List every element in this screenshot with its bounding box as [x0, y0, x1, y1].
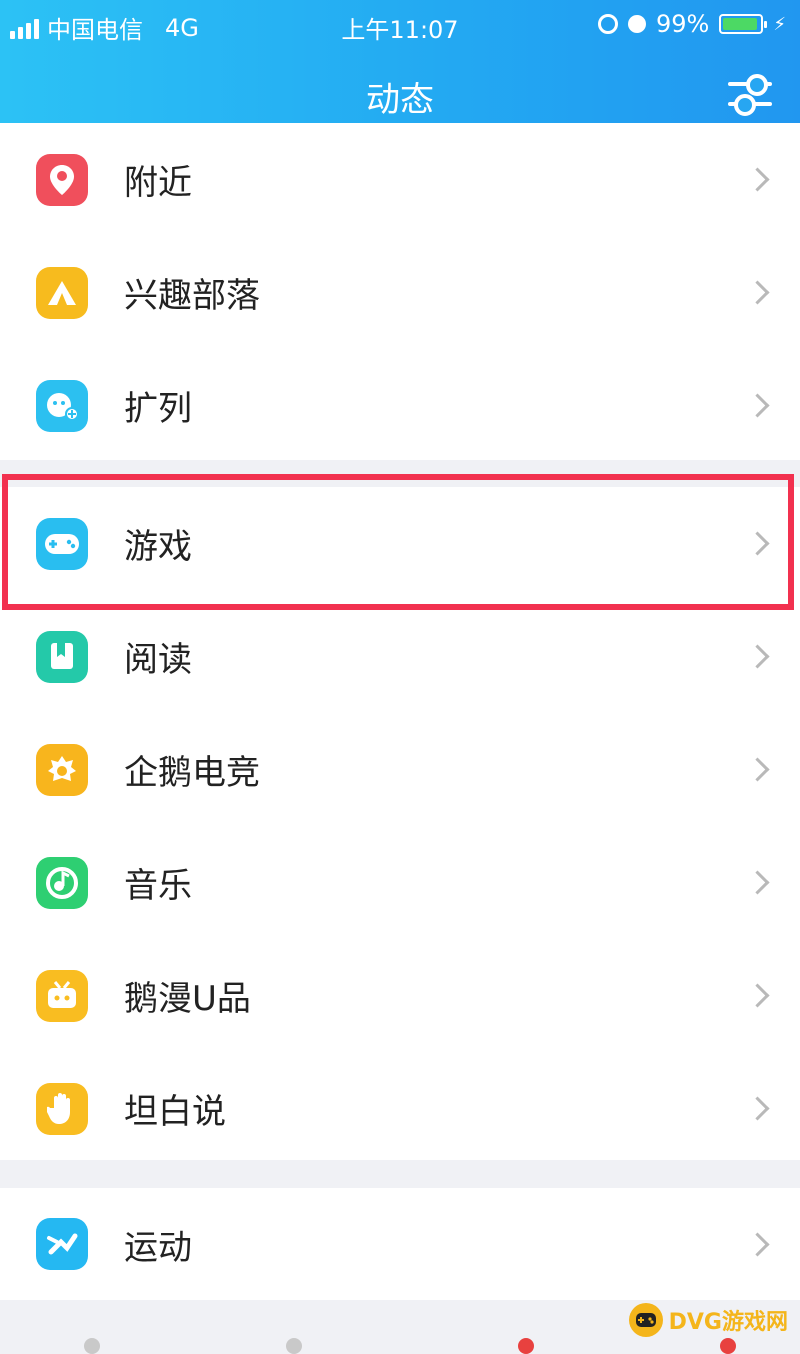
list-item-sports[interactable]: 运动: [0, 1188, 800, 1300]
list-item-label: 运动: [124, 1227, 192, 1268]
running-icon: [36, 1218, 88, 1270]
list-item-label: 附近: [124, 163, 192, 203]
list-item-make-friends[interactable]: 扩列: [0, 349, 800, 462]
watermark-text: DVG游戏网: [668, 1310, 788, 1335]
esports-icon: [36, 743, 88, 796]
list-item-label: 游戏: [124, 527, 192, 567]
chevron-right-icon: [745, 393, 770, 418]
list-item-reading[interactable]: 阅读: [0, 600, 800, 713]
chevron-right-icon: [745, 167, 770, 192]
list-item-label: 坦白说: [124, 1092, 226, 1132]
list-item-nearby[interactable]: 附近: [0, 123, 800, 236]
top-bar: 中国电信 4G 上午11:07 99% ⚡ 动态: [0, 0, 800, 140]
list-item-confession[interactable]: 坦白说: [0, 1052, 800, 1165]
chevron-right-icon: [745, 1096, 770, 1121]
friends-plus-icon: [36, 379, 88, 432]
chevron-right-icon: [745, 757, 770, 782]
list-item-penguin-esports[interactable]: 企鹅电竞: [0, 713, 800, 826]
list-item-interest-tribe[interactable]: 兴趣部落: [0, 236, 800, 349]
chevron-right-icon: [745, 531, 770, 556]
battery-percent: 99%: [656, 10, 710, 38]
battery-icon: [719, 14, 768, 34]
tv-icon: [36, 969, 88, 1022]
filter-settings-button[interactable]: [726, 72, 774, 116]
alarm-icon: [628, 15, 647, 33]
book-icon: [36, 630, 88, 683]
chevron-right-icon: [745, 983, 770, 1008]
music-icon: [36, 856, 88, 909]
chevron-right-icon: [745, 1231, 770, 1257]
page-title: 动态: [366, 80, 434, 120]
list-item-penguin-u-products[interactable]: 鹅漫U品: [0, 939, 800, 1052]
watermark: DVG游戏网: [628, 1301, 788, 1339]
gamepad-icon: [36, 517, 88, 570]
list-item-label: 音乐: [124, 866, 192, 906]
list-group-3: 运动: [0, 1188, 800, 1300]
charging-icon: ⚡: [773, 13, 786, 35]
gamepad-logo-icon: [628, 1303, 663, 1337]
list-group-2: 游戏 阅读 企鹅电竞 音乐 鹅漫U品 坦白说: [0, 487, 800, 1160]
hand-icon: [36, 1082, 88, 1135]
list-item-music[interactable]: 音乐: [0, 826, 800, 939]
location-pin-icon: [36, 153, 88, 206]
list-item-label: 扩列: [124, 389, 192, 429]
list-item-label: 阅读: [124, 640, 192, 680]
lock-rotation-icon: [598, 14, 619, 34]
list-item-label: 兴趣部落: [124, 276, 260, 316]
list-item-label: 鹅漫U品: [124, 979, 251, 1019]
list-item-label: 企鹅电竞: [124, 753, 260, 793]
chevron-right-icon: [745, 870, 770, 895]
slider-icon: [746, 74, 768, 96]
tent-icon: [36, 266, 88, 319]
status-bar: 中国电信 4G 上午11:07 99% ⚡: [0, 0, 800, 50]
list-group-1: 附近 兴趣部落 扩列: [0, 123, 800, 460]
chevron-right-icon: [745, 280, 770, 305]
chevron-right-icon: [745, 644, 770, 669]
list-item-games[interactable]: 游戏: [0, 487, 800, 600]
